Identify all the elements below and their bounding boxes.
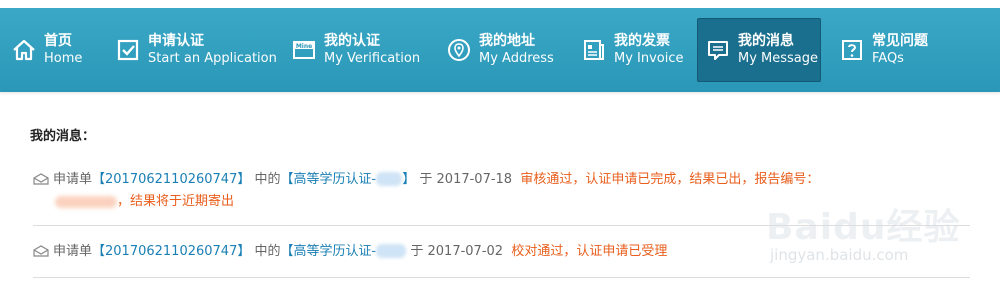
nav-label-en: Start an Application — [148, 51, 277, 66]
verification-icon: Mine — [292, 38, 316, 62]
nav-item-home[interactable]: 首页 Home — [8, 18, 98, 82]
nav-label-cn: 我的消息 — [738, 33, 794, 49]
faq-icon — [840, 38, 864, 62]
nav-item-faqs[interactable]: 常见问题 FAQs — [836, 18, 946, 82]
message-prefix: 申请单 — [53, 244, 93, 259]
message-prefix: 申请单 — [53, 172, 93, 187]
divider — [33, 225, 970, 226]
svg-text:Mine: Mine — [296, 43, 312, 50]
divider — [33, 277, 970, 278]
nav-item-my-verification[interactable]: Mine 我的认证 My Verification — [288, 18, 428, 82]
message-item: 申请单【2017062110260747】 中的【高等学历认证- 于 2017-… — [33, 242, 973, 264]
date-prefix: 于 — [419, 172, 433, 187]
envelope-icon — [33, 172, 49, 192]
date-prefix: 于 — [410, 244, 424, 259]
nav-label-cn: 首页 — [44, 33, 72, 49]
certification-type-link[interactable]: 【高等学历认证- — [281, 172, 377, 187]
message-status-tail: ，结果将于近期寄出 — [117, 194, 235, 209]
envelope-icon — [33, 244, 49, 264]
nav-label-cn: 我的发票 — [614, 33, 670, 49]
nav-label-en: Home — [44, 51, 83, 66]
nav-item-start-application[interactable]: 申请认证 Start an Application — [112, 18, 277, 82]
certification-type-link[interactable]: 【高等学历认证- — [281, 244, 377, 259]
message-item: 申请单【2017062110260747】 中的【高等学历认证- 】 于 2017… — [33, 170, 973, 212]
application-icon — [116, 38, 140, 62]
nav-label-en: My Message — [738, 51, 819, 66]
message-status: 审核通过，认证申请已完成，结果已出，报告编号： — [520, 172, 820, 187]
top-navigation-bar: 首页 Home 申请认证 Start an Application Mine 我… — [0, 8, 1000, 92]
home-icon — [12, 38, 36, 62]
redacted-name — [376, 244, 407, 258]
order-id-link[interactable]: 【2017062110260747】 — [92, 244, 250, 259]
nav-item-my-address[interactable]: 我的地址 My Address — [443, 18, 563, 82]
redacted-report-number — [55, 196, 117, 208]
message-icon — [706, 38, 730, 62]
location-pin-icon — [447, 38, 471, 62]
nav-label-en: My Invoice — [614, 51, 684, 66]
nav-item-my-invoice[interactable]: 我的发票 My Invoice — [578, 18, 688, 82]
message-date: 2017-07-18 — [436, 172, 513, 187]
nav-label-cn: 申请认证 — [148, 33, 204, 49]
nav-label-en: FAQs — [872, 51, 904, 66]
invoice-icon — [582, 38, 606, 62]
nav-label-cn: 常见问题 — [872, 33, 928, 49]
certification-type-close: 】 — [402, 172, 416, 187]
message-status: 校对通过，认证申请已受理 — [511, 244, 668, 259]
order-id-link[interactable]: 【2017062110260747】 — [92, 172, 250, 187]
message-mid: 中的 — [254, 244, 281, 259]
redacted-name — [376, 172, 403, 186]
nav-label-cn: 我的认证 — [324, 33, 380, 49]
nav-item-my-message[interactable]: 我的消息 My Message — [697, 18, 821, 82]
page-title: 我的消息： — [30, 129, 96, 144]
message-mid: 中的 — [254, 172, 281, 187]
nav-label-cn: 我的地址 — [479, 33, 535, 49]
nav-label-en: My Verification — [324, 51, 421, 66]
nav-label-en: My Address — [479, 51, 554, 66]
messages-panel: 我的消息： 申请单【2017062110260747】 中的【高等学历认证- 】 … — [0, 92, 1000, 288]
message-date: 2017-07-02 — [427, 244, 504, 259]
